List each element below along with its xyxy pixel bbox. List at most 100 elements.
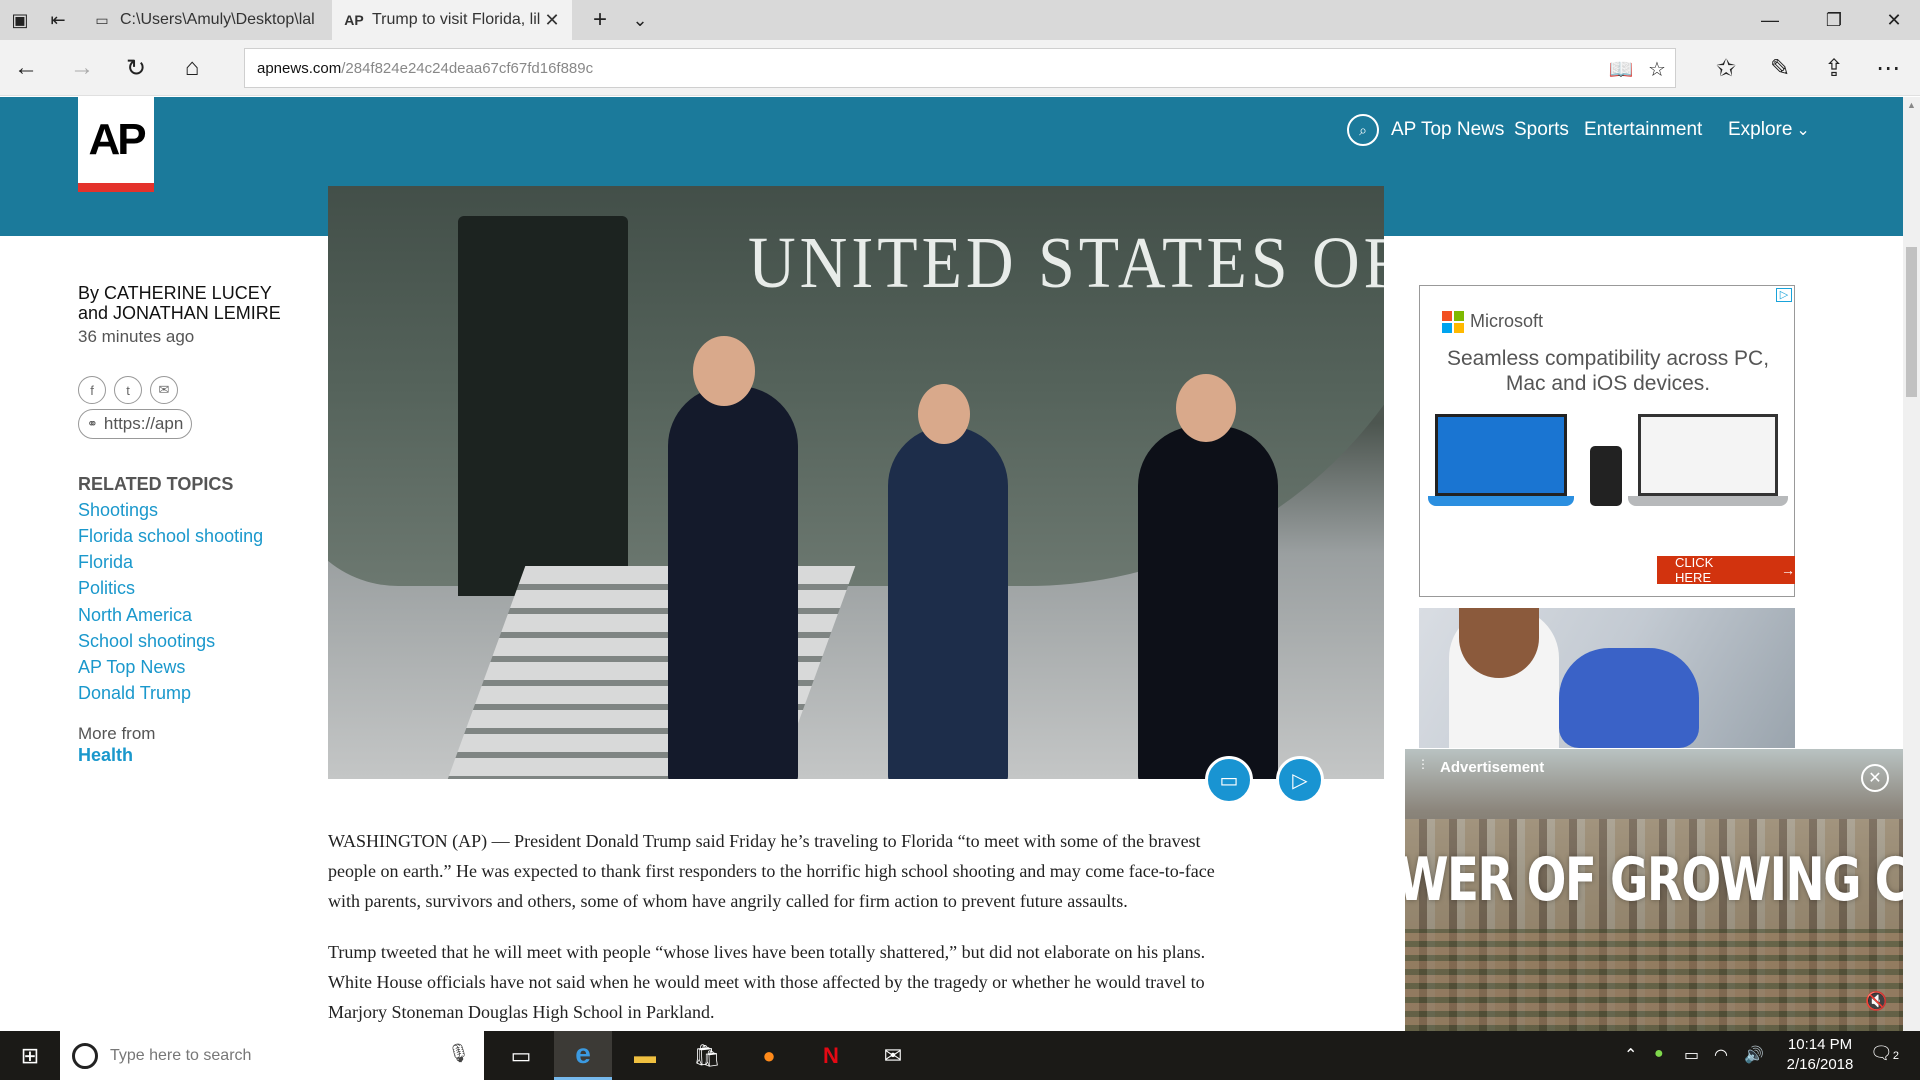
forward-icon[interactable]: → [62,48,102,88]
edge-icon[interactable]: e [554,1031,612,1080]
favorites-hub-icon[interactable]: ✩ [1706,48,1746,88]
clock-time: 10:14 PM [1787,1036,1853,1053]
related-topic-link[interactable]: School shootings [78,631,215,652]
related-topics-title: RELATED TOPICS [78,474,234,494]
new-tab-icon[interactable]: + [580,0,620,40]
close-window-icon[interactable]: ✕ [1864,0,1920,40]
security-icon[interactable]: ● [1654,1045,1664,1063]
paragraph-line: with parents, survivors and others, some… [328,891,1128,911]
helicopter-lettering: UNITED STATES OF AMERIC [748,223,1384,304]
close-tab-icon[interactable]: ✕ [542,10,562,30]
video-ad[interactable]: ⋮ Advertisement ✕ WER OF GROWING CI 🔇 [1405,749,1903,1031]
nav-explore[interactable]: Explore ⌄ [1728,119,1810,141]
related-topic-link[interactable]: Florida [78,552,133,573]
clock[interactable]: 10:14 PM 2/16/2018 [1770,1035,1870,1075]
tab-file[interactable]: ▭ C:\Users\Amuly\Desktop\lal [80,0,330,40]
mail-icon[interactable]: ✉ [864,1031,922,1080]
related-topic-link[interactable]: Florida school shooting [78,526,263,547]
close-video-icon[interactable]: ✕ [1861,764,1889,792]
paragraph-line: Trump tweeted that he will meet with peo… [328,942,1206,962]
microsoft-ad[interactable]: ▷ Microsoft Seamless compatibility acros… [1419,285,1795,597]
share-link-field[interactable]: ⚭ https://apn [78,409,193,439]
refresh-icon[interactable]: ↻ [116,48,156,88]
web-page: AP ⌕ AP Top News Sports Entertainment Ex… [0,97,1903,1031]
scroll-up-icon[interactable]: ▲ [1903,97,1920,114]
more-from-section-link[interactable]: Health [78,745,133,766]
taskbar-search-placeholder: Type here to search [110,1046,252,1064]
microphone-icon[interactable]: 🎙 [447,1043,470,1064]
volume-icon[interactable]: 🔊 [1744,1045,1764,1065]
taskbar-search-box[interactable]: Type here to search 🎙 [60,1031,484,1080]
twitter-icon[interactable]: t [114,376,142,404]
gallery-button[interactable]: ▭ [1205,756,1253,804]
address-host: apnews.com [257,59,342,77]
site-search-icon[interactable]: ⌕ [1347,114,1379,146]
clock-date: 2/16/2018 [1786,1056,1854,1073]
ap-logo-bar [78,183,154,192]
nav-ap-top-news[interactable]: AP Top News [1391,119,1504,141]
nav-sports[interactable]: Sports [1514,119,1569,141]
related-topic-link[interactable]: Donald Trump [78,683,191,704]
ad-cta-button[interactable]: CLICK HERE → [1657,555,1795,585]
tab-preview-chevron-icon[interactable]: ⌄ [620,0,660,40]
share-link-text: https://apn [103,414,184,433]
related-topic-link[interactable]: AP Top News [78,657,185,678]
web-note-icon[interactable]: ✎ [1760,48,1800,88]
nav-explore-label: Explore [1728,119,1793,140]
wifi-icon[interactable]: ◠ [1714,1045,1728,1065]
tab-ap-news[interactable]: AP Trump to visit Florida, lil ✕ [332,0,572,40]
ap-favicon: AP [344,12,364,28]
windows-start-icon[interactable]: ⊞ [0,1031,60,1080]
mute-icon[interactable]: 🔇 [1865,991,1887,1012]
minimize-icon[interactable]: — [1740,0,1800,40]
back-icon[interactable]: ← [6,48,46,88]
address-bar[interactable]: apnews.com/284f824e24c24deaa67cf67fd16f8… [244,48,1676,88]
maximize-icon[interactable]: ❐ [1804,0,1864,40]
paragraph-line: WASHINGTON (AP) — President Donald Trump… [328,831,1201,851]
file-explorer-icon[interactable]: ▬ [616,1031,674,1080]
play-video-button[interactable]: ▷ [1276,756,1324,804]
byline: By CATHERINE LUCEY and JONATHAN LEMIRE [78,283,308,323]
page-scrollbar[interactable]: ▲ [1903,97,1920,1031]
ad-brand: Microsoft [1470,311,1544,331]
more-icon[interactable]: ⋯ [1868,48,1908,88]
facebook-icon[interactable]: f [78,376,106,404]
favorite-star-icon[interactable]: ☆ [1639,57,1675,81]
notifications-icon[interactable]: 🗨2 [1870,1043,1899,1064]
laptop-icon [1435,414,1567,496]
article-paragraph: WASHINGTON (AP) — President Donald Trump… [328,826,1348,916]
chevron-up-icon[interactable]: ⌃ [1624,1045,1637,1065]
drag-handle-icon[interactable]: ⋮ [1417,758,1429,777]
byline-line-1: By CATHERINE LUCEY [78,283,272,303]
chevron-down-icon: ⌄ [1796,122,1810,139]
related-topic-link[interactable]: North America [78,605,192,626]
set-aside-tabs-icon[interactable]: ⇤ [38,0,78,40]
related-topic-link[interactable]: Politics [78,578,135,599]
windows-taskbar: ⊞ Type here to search 🎙 ▭ e ▬ 🛍 ● N ✉ ⌃ … [0,1031,1920,1080]
share-icon[interactable]: ⇪ [1814,48,1854,88]
ad-choices-icon[interactable]: ▷ [1776,288,1792,302]
link-icon: ⚭ [87,416,98,431]
related-topic-link[interactable]: Shootings [78,500,158,521]
firefox-icon[interactable]: ● [740,1031,798,1080]
hero-image[interactable]: UNITED STATES OF AMERIC [328,186,1384,779]
ap-logo[interactable]: AP [78,97,154,183]
macbook-base-icon [1628,496,1788,506]
keyboard-icon [1428,496,1574,506]
tab-title: Trump to visit Florida, lil [372,11,541,28]
netflix-icon[interactable]: N [802,1031,860,1080]
person-figure [1138,426,1278,779]
store-icon[interactable]: 🛍 [678,1031,736,1080]
tab-bar: ▣ ⇤ ▭ C:\Users\Amuly\Desktop\lal AP Trum… [0,0,1920,40]
nav-entertainment[interactable]: Entertainment [1584,119,1702,141]
home-icon[interactable]: ⌂ [172,48,212,88]
reading-view-icon[interactable]: 📖 [1603,57,1639,81]
scroll-thumb[interactable] [1906,247,1917,397]
battery-icon[interactable]: ▭ [1684,1045,1699,1065]
lab-ad-image[interactable] [1419,608,1795,748]
person-figure [888,426,1008,779]
tab-manager-icon[interactable]: ▣ [0,0,40,40]
email-icon[interactable]: ✉ [150,376,178,404]
video-ad-label: Advertisement [1440,759,1545,776]
task-view-icon[interactable]: ▭ [492,1031,550,1080]
